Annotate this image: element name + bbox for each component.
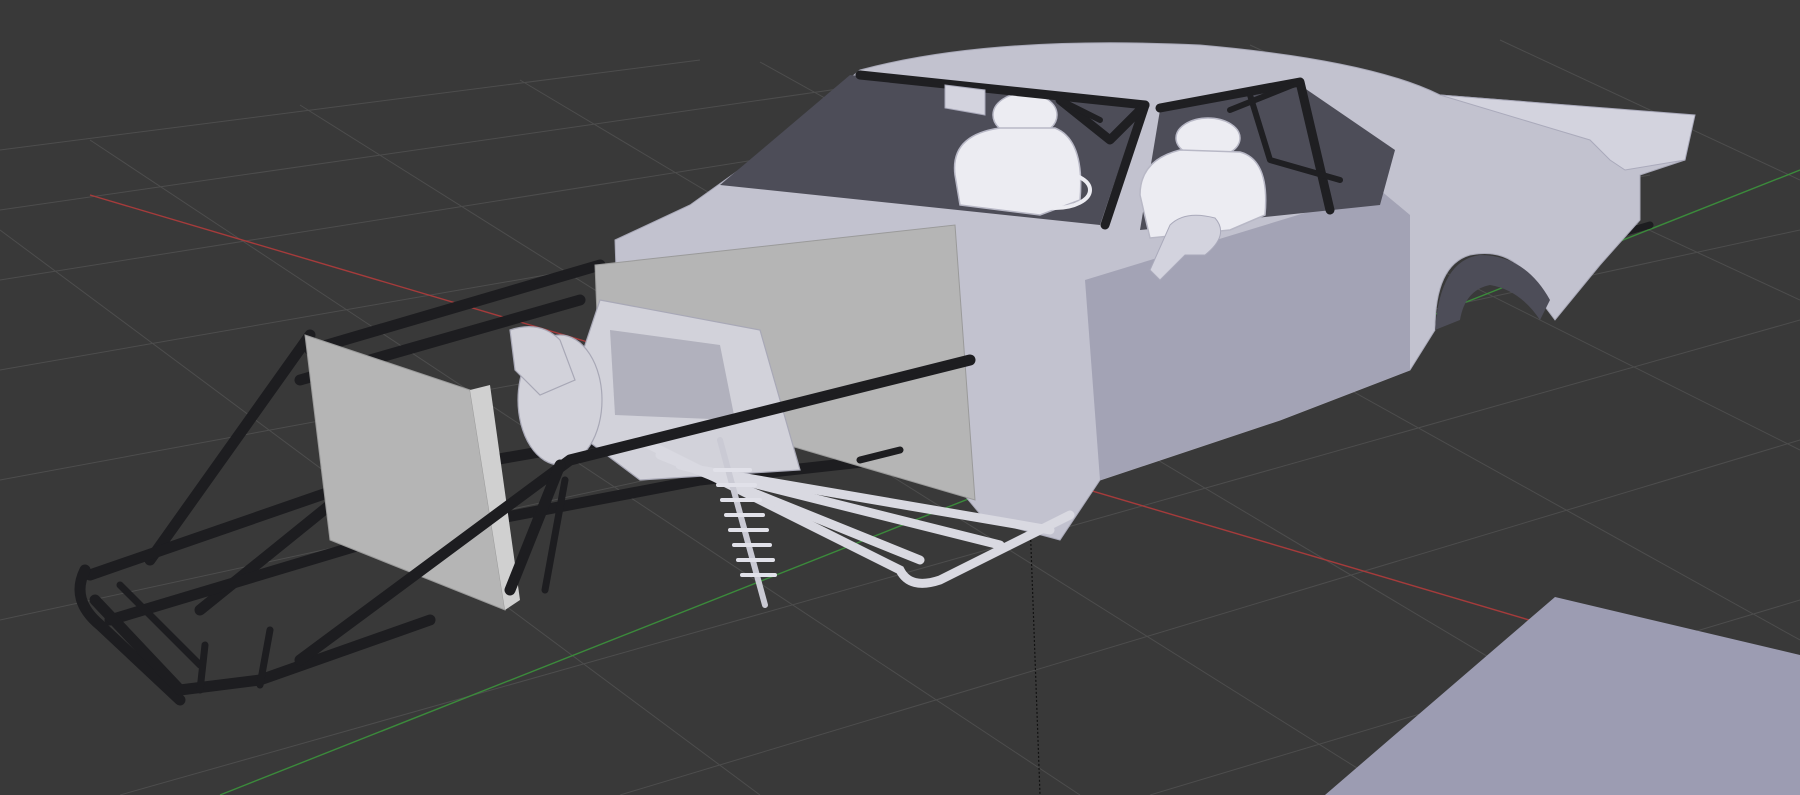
viewport-canvas[interactable] bbox=[0, 0, 1800, 795]
3d-viewport[interactable] bbox=[0, 0, 1800, 795]
